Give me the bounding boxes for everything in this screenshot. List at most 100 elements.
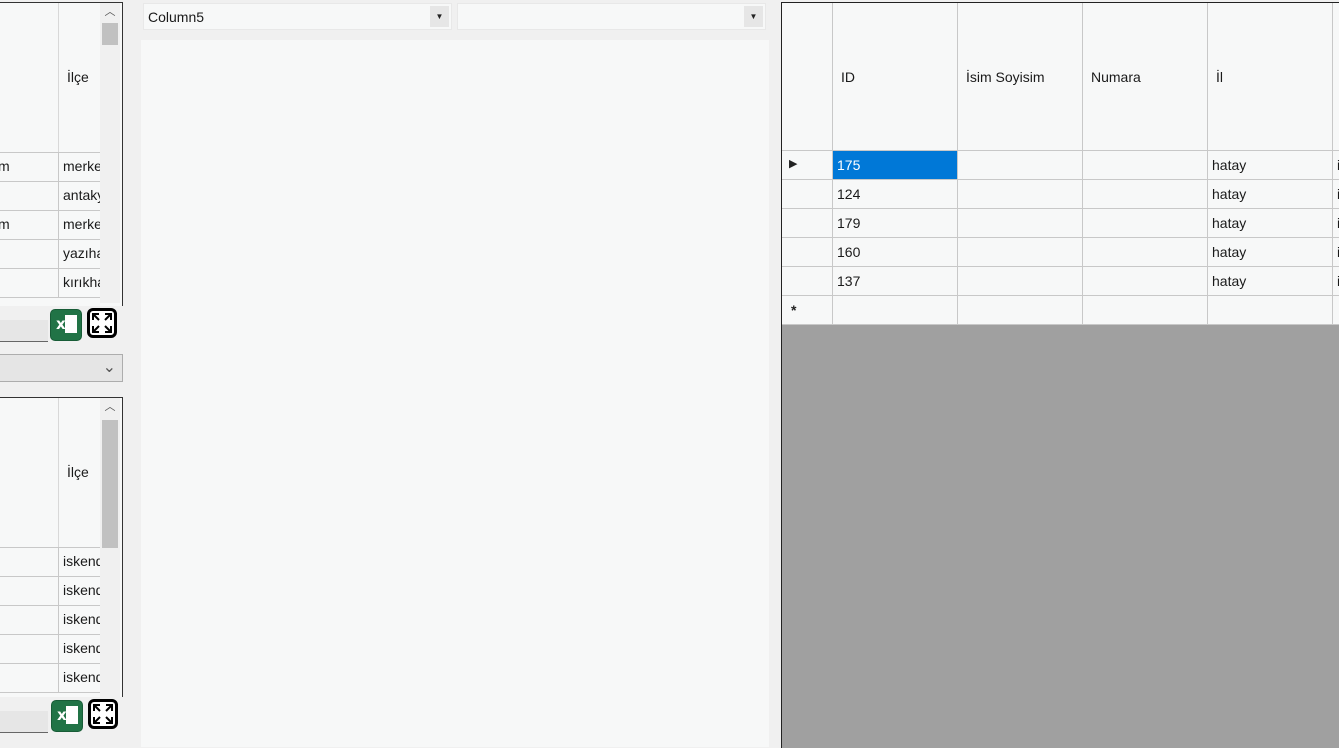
cell-ilce[interactable]: iskenderun: [58, 605, 100, 634]
table-row[interactable]: iskenderun: [0, 605, 100, 635]
dropdown-arrow-icon[interactable]: ▼: [430, 6, 449, 27]
table-row[interactable]: iskenderun: [0, 663, 100, 693]
column-header-partial[interactable]: [1333, 3, 1339, 151]
cell-name[interactable]: [958, 151, 1083, 180]
new-row-asterisk-icon: *: [791, 302, 797, 318]
cell-id[interactable]: 137: [833, 267, 958, 296]
cell-numara[interactable]: [1083, 209, 1208, 238]
bottom-grid-header: İlçe: [0, 398, 100, 548]
excel-icon: x: [56, 315, 66, 333]
vertical-scrollbar[interactable]: ︿: [100, 398, 120, 697]
cell-il[interactable]: hatay: [1208, 151, 1333, 180]
cell-id[interactable]: 179: [833, 209, 958, 238]
current-row-indicator-icon: ▶: [789, 158, 798, 170]
horizontal-scrollbar[interactable]: [0, 320, 48, 342]
top-left-corner-cell: [782, 3, 833, 151]
new-row-cell[interactable]: [833, 296, 958, 325]
expand-icon: [92, 313, 112, 333]
column-header-ilce[interactable]: İlçe: [67, 69, 89, 85]
column-header-ilce[interactable]: İlçe: [67, 464, 89, 480]
fullscreen-button[interactable]: [87, 308, 117, 338]
cell-name[interactable]: [958, 209, 1083, 238]
column-header-numara[interactable]: Numara: [1083, 3, 1208, 151]
left-combo-box[interactable]: ⌄: [0, 354, 123, 382]
new-row-cell[interactable]: [1083, 296, 1208, 325]
cell-partial[interactable]: i: [1333, 238, 1339, 267]
cell-partial[interactable]: i: [1333, 151, 1339, 180]
row-header[interactable]: ▶: [782, 151, 833, 180]
middle-panel: [141, 40, 769, 747]
table-row[interactable]: iskenderun: [0, 547, 100, 577]
cell[interactable]: m: [0, 158, 56, 174]
table-row[interactable]: mmerkez: [0, 210, 100, 240]
cell-partial[interactable]: i: [1333, 180, 1339, 209]
column-header-il[interactable]: İl: [1208, 3, 1333, 151]
chevron-down-icon: ⌄: [102, 359, 116, 376]
cell-numara[interactable]: [1083, 180, 1208, 209]
main-data-grid[interactable]: ID İsim Soyisim Numara İl ▶ 175 hatay i …: [781, 2, 1339, 748]
table-row[interactable]: mmerkez: [0, 152, 100, 182]
column-header-id[interactable]: ID: [833, 3, 958, 151]
cell-ilce[interactable]: antakya: [58, 181, 100, 210]
fullscreen-button[interactable]: [88, 699, 118, 729]
export-excel-button[interactable]: x: [50, 309, 82, 341]
table-row[interactable]: iskenderun: [0, 576, 100, 606]
sheet-icon: [65, 315, 77, 333]
cell-id[interactable]: 124: [833, 180, 958, 209]
table-row[interactable]: iskenderun: [0, 634, 100, 664]
cell-ilce[interactable]: kırıkhan: [58, 268, 100, 297]
cell-ilce[interactable]: iskenderun: [58, 634, 100, 663]
table-row[interactable]: kırıkhan: [0, 268, 100, 298]
row-header[interactable]: [782, 238, 833, 267]
cell[interactable]: m: [0, 216, 56, 232]
bottom-left-grid[interactable]: İlçe iskenderun iskenderun iskenderun is…: [0, 397, 123, 697]
cell-ilce[interactable]: merkez: [58, 152, 100, 181]
cell-il[interactable]: hatay: [1208, 238, 1333, 267]
cell-numara[interactable]: [1083, 151, 1208, 180]
cell-ilce[interactable]: merkez: [58, 210, 100, 239]
cell-ilce[interactable]: iskenderun: [58, 576, 100, 605]
new-row-cell[interactable]: [958, 296, 1083, 325]
top-left-grid[interactable]: İlçe mmerkez antakya mmerkez yazıhan kır…: [0, 2, 123, 306]
cell-numara[interactable]: [1083, 238, 1208, 267]
cell-ilce[interactable]: iskenderun: [58, 547, 100, 576]
column-divider: [58, 3, 59, 152]
scroll-up-arrow-icon[interactable]: ︿: [100, 3, 120, 21]
value-select[interactable]: ▼: [457, 3, 766, 30]
cell-name[interactable]: [958, 180, 1083, 209]
cell-ilce[interactable]: yazıhan: [58, 239, 100, 268]
cell-il[interactable]: hatay: [1208, 267, 1333, 296]
row-header[interactable]: [782, 180, 833, 209]
cell-name[interactable]: [958, 267, 1083, 296]
column-divider: [58, 398, 59, 547]
table-row[interactable]: yazıhan: [0, 239, 100, 269]
row-header[interactable]: [782, 209, 833, 238]
cell-numara[interactable]: [1083, 267, 1208, 296]
horizontal-scrollbar[interactable]: [0, 711, 48, 733]
sheet-icon: [66, 706, 78, 724]
column-header-isim-soyisim[interactable]: İsim Soyisim: [958, 3, 1083, 151]
cell-id[interactable]: 175: [833, 151, 958, 180]
top-grid-header: İlçe: [0, 3, 100, 153]
expand-icon: [93, 704, 113, 724]
new-row-cell[interactable]: [1208, 296, 1333, 325]
cell-name[interactable]: [958, 238, 1083, 267]
table-row[interactable]: antakya: [0, 181, 100, 211]
new-row-header[interactable]: *: [782, 296, 833, 325]
cell-id[interactable]: 160: [833, 238, 958, 267]
dropdown-arrow-icon[interactable]: ▼: [744, 6, 763, 27]
export-excel-button[interactable]: x: [51, 700, 83, 732]
cell-ilce[interactable]: iskenderun: [58, 663, 100, 692]
scroll-thumb[interactable]: [102, 420, 118, 548]
column-select[interactable]: Column5 ▼: [143, 3, 452, 30]
cell-partial[interactable]: i: [1333, 267, 1339, 296]
cell-partial[interactable]: i: [1333, 209, 1339, 238]
scroll-up-arrow-icon[interactable]: ︿: [100, 398, 120, 416]
cell-il[interactable]: hatay: [1208, 209, 1333, 238]
vertical-scrollbar[interactable]: ︿: [100, 3, 120, 303]
cell-il[interactable]: hatay: [1208, 180, 1333, 209]
new-row-cell[interactable]: [1333, 296, 1339, 325]
scroll-thumb[interactable]: [102, 23, 118, 45]
row-header[interactable]: [782, 267, 833, 296]
column-select-value: Column5: [148, 9, 205, 25]
